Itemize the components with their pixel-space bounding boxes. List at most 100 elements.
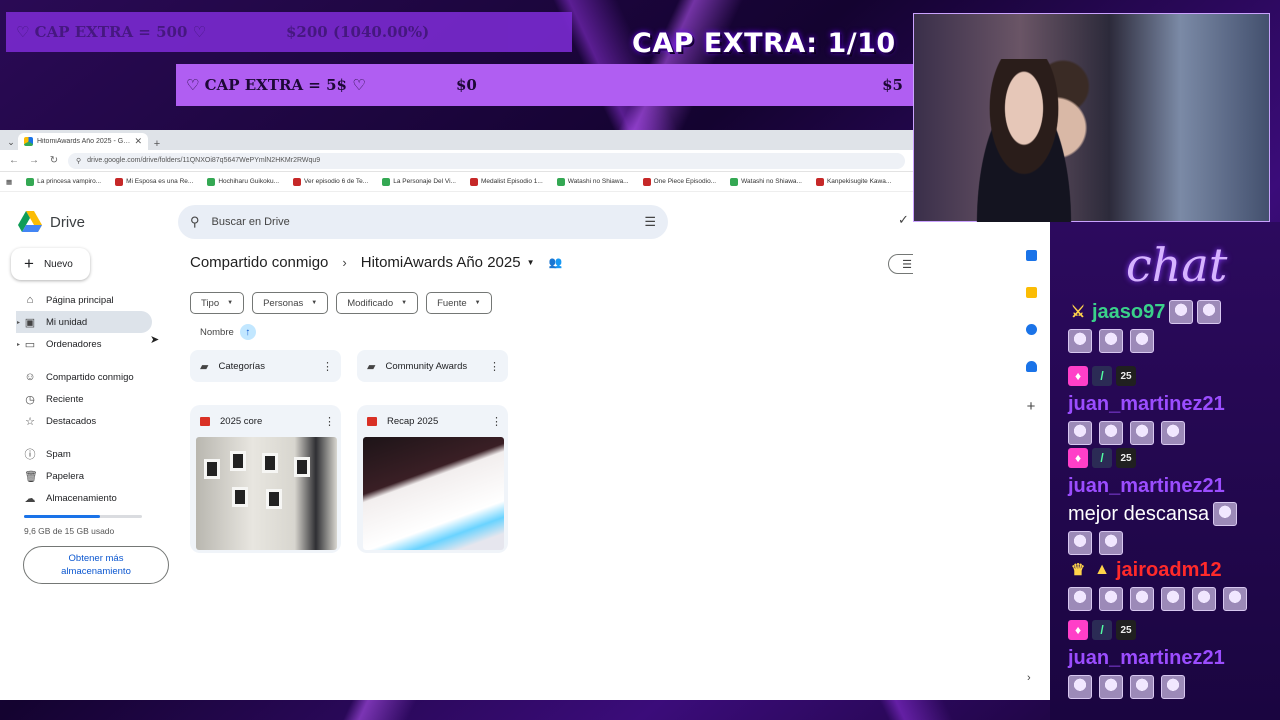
emote-icon	[1130, 329, 1154, 353]
url-input[interactable]: ⚲ drive.google.com/drive/folders/11QNXOi…	[68, 152, 905, 169]
emote-icon	[1161, 587, 1185, 611]
search-icon: ⚲	[190, 214, 200, 229]
bookmark-item[interactable]: La princesa vampiro...	[26, 177, 101, 186]
site-info-icon[interactable]: ⚲	[76, 157, 81, 165]
emote-icon	[1068, 531, 1092, 555]
bookmark-favicon-icon	[207, 177, 216, 186]
crown-badge-icon: ♛	[1070, 562, 1086, 579]
emote-icon	[1169, 300, 1194, 324]
file-card[interactable]: 2025 core ⋮	[190, 405, 341, 553]
emote-icon	[1197, 300, 1222, 324]
more-options-icon[interactable]: ⋮	[489, 360, 500, 373]
url-text: drive.google.com/drive/folders/11QNXOi87…	[87, 157, 321, 164]
sidebar-item-home[interactable]: ⌂ Página principal	[0, 289, 176, 311]
more-options-icon[interactable]: ⋮	[491, 415, 502, 428]
sort-control[interactable]: Nombre ↑	[200, 324, 256, 340]
more-options-icon[interactable]: ⋮	[324, 415, 335, 428]
emote-icon	[1223, 587, 1247, 611]
new-button[interactable]: + Nuevo	[11, 248, 90, 280]
emote-icon	[1130, 587, 1154, 611]
sword-badge-icon: ⚔	[1070, 304, 1086, 321]
list-view-icon[interactable]: ☰	[889, 255, 913, 273]
search-input[interactable]: ⚲ Buscar en Drive ☰	[178, 205, 668, 239]
chat-message: ♦ / 25 juan_martinez21	[1068, 616, 1278, 702]
filter-source[interactable]: Fuente ▼	[426, 292, 492, 314]
bookmark-favicon-icon	[293, 177, 302, 186]
filter-people[interactable]: Personas ▼	[252, 292, 329, 314]
offline-check-icon[interactable]: ✓	[898, 212, 913, 228]
reload-icon[interactable]: ↻	[48, 155, 60, 166]
spam-icon: ⓘ	[24, 449, 36, 461]
expand-caret-icon[interactable]: ▸	[17, 341, 20, 348]
bookmark-item[interactable]: One Piece Episodio...	[642, 177, 716, 186]
new-tab-button[interactable]: +	[148, 138, 166, 150]
expand-panel-icon[interactable]: ›	[1027, 672, 1031, 684]
breadcrumb-parent[interactable]: Compartido conmigo	[190, 254, 328, 271]
chat-message: ♦ / 25 juan_martinez21 mejor descansa	[1068, 444, 1278, 558]
sidebar-item-my-drive[interactable]: ▸ ▣ Mi unidad	[16, 311, 152, 333]
more-options-icon[interactable]: ⋮	[322, 360, 333, 373]
tab-search-icon[interactable]: ⌄	[4, 134, 18, 150]
bookmark-item[interactable]: La Personaje Del Vi...	[382, 177, 456, 186]
filter-type[interactable]: Tipo ▼	[190, 292, 245, 314]
sidebar-item-trash[interactable]: 🗑 Papelera	[0, 465, 176, 487]
close-tab-icon[interactable]: ✕	[134, 136, 142, 147]
sort-ascending-icon[interactable]: ↑	[239, 324, 256, 340]
sidebar-item-shared[interactable]: ☺ Compartido conmigo	[0, 366, 176, 388]
chat-username: juan_martinez21	[1068, 392, 1225, 415]
emote-icon	[1068, 329, 1092, 353]
bookmark-item[interactable]: Medalist Episodio 1...	[469, 177, 543, 186]
search-options-icon[interactable]: ☰	[644, 214, 656, 230]
breadcrumb-current[interactable]: HitomiAwards Año 2025	[361, 254, 521, 271]
sword-badge-icon: /	[1092, 448, 1112, 468]
calendar-icon[interactable]	[1025, 250, 1037, 261]
chat-username: jairoadm12	[1116, 558, 1222, 581]
forward-icon[interactable]: →	[28, 155, 40, 166]
bookmark-item[interactable]: Watashi no Shiawa...	[556, 177, 629, 186]
apps-icon[interactable]: ▦	[6, 178, 12, 186]
chevron-right-icon: ›	[342, 255, 347, 270]
gem-badge-icon: ♦	[1068, 620, 1088, 640]
dropdown-arrow-icon[interactable]: ▼	[527, 258, 535, 267]
sidebar-item-starred[interactable]: ☆ Destacados	[0, 410, 176, 432]
bookmark-item[interactable]: Hochiharu Guikoku...	[207, 177, 279, 186]
expand-caret-icon[interactable]: ▸	[17, 319, 20, 326]
tasks-icon[interactable]	[1025, 324, 1037, 335]
add-addon-icon[interactable]: +	[1027, 398, 1036, 415]
sidebar-item-storage[interactable]: ☁ Almacenamiento	[0, 487, 176, 509]
bookmark-item[interactable]: Ver episodio 6 de Te...	[293, 177, 368, 186]
goal-label: ♡ CAP EXTRA = 5$ ♡	[186, 76, 366, 94]
chat-message: ♦ / 25 juan_martinez21	[1068, 362, 1278, 448]
bookmarks-bar: ▦ La princesa vampiro... Mi Esposa es un…	[0, 172, 913, 192]
file-card[interactable]: Recap 2025 ⋮	[357, 405, 508, 553]
shared-people-icon[interactable]: 👥	[549, 256, 563, 269]
dropdown-arrow-icon: ▼	[474, 300, 481, 306]
flame-badge-icon: ▲	[1094, 561, 1110, 578]
emote-icon	[1130, 421, 1154, 445]
folder-item[interactable]: ▰ Categorías ⋮	[190, 350, 341, 382]
sidebar-item-spam[interactable]: ⓘ Spam	[0, 443, 176, 465]
bookmark-item[interactable]: Watashi no Shiawa...	[730, 177, 802, 186]
filter-modified[interactable]: Modificado ▼	[336, 292, 419, 314]
emote-icon	[1099, 329, 1123, 353]
goal-amount: $200 (1040.00%)	[286, 23, 430, 41]
emote-icon	[1099, 421, 1123, 445]
folder-item[interactable]: ▰ Community Awards ⋮	[357, 350, 508, 382]
get-more-storage-button[interactable]: Obtener más almacenamiento	[23, 546, 169, 584]
plus-icon: +	[24, 254, 34, 273]
drive-logo[interactable]: Drive	[18, 211, 178, 233]
sidebar-item-recent[interactable]: ◷ Reciente	[0, 388, 176, 410]
back-icon[interactable]: ←	[8, 155, 20, 166]
contacts-icon[interactable]	[1025, 361, 1037, 372]
browser-tab[interactable]: HitomiAwards Año 2025 - Goo ✕	[18, 133, 148, 150]
sort-label: Nombre	[200, 326, 234, 338]
bookmark-item[interactable]: Kanpekisugite Kawa...	[815, 177, 891, 186]
star-icon: ☆	[25, 415, 35, 428]
storage-progress-fill	[24, 515, 100, 518]
bookmark-item[interactable]: Mi Esposa es una Re...	[115, 177, 193, 186]
keep-icon[interactable]	[1025, 287, 1037, 298]
chat-title: chat	[1126, 238, 1228, 292]
drive-logo-text: Drive	[50, 213, 86, 231]
emote-icon	[1099, 531, 1123, 555]
emote-icon	[1068, 587, 1092, 611]
